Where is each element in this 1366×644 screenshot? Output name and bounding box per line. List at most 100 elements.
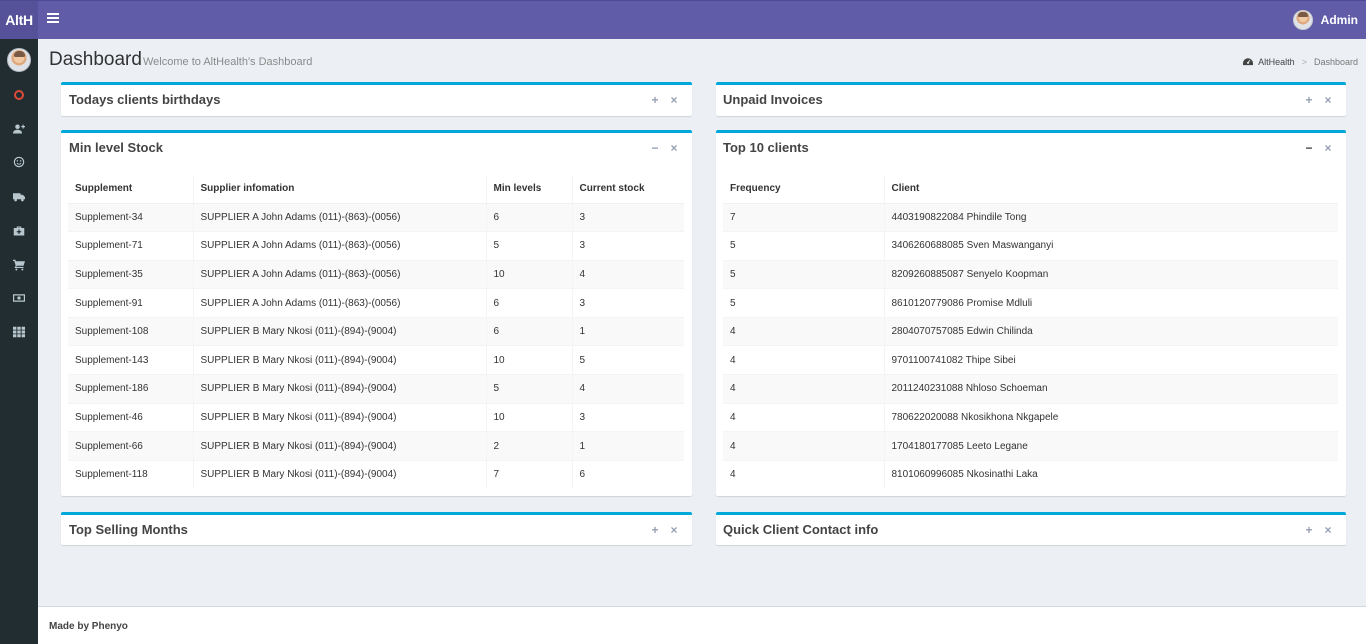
client-cell: 780622020088 Nkosikhona Nkgapele bbox=[884, 402, 1338, 432]
current-stock-cell: 4 bbox=[572, 259, 684, 289]
column-header[interactable]: Supplier infomation bbox=[193, 175, 487, 204]
box-title: Todays clients birthdays bbox=[69, 92, 221, 107]
column-header[interactable]: Frequency bbox=[723, 175, 885, 204]
collapse-icon[interactable]: − bbox=[649, 142, 661, 154]
table-row: Supplement-143 SUPPLIER B Mary Nkosi (011… bbox=[68, 345, 684, 375]
table-row: 4 780622020088 Nkosikhona Nkgapele bbox=[723, 402, 1338, 432]
table-row: Supplement-108 SUPPLIER B Mary Nkosi (011… bbox=[68, 316, 684, 346]
user-name: Admin bbox=[1320, 13, 1358, 27]
cart-icon[interactable] bbox=[0, 254, 38, 276]
close-icon[interactable]: × bbox=[668, 142, 680, 154]
table-row: 4 2804070757085 Edwin Chilinda bbox=[723, 316, 1338, 346]
column-header[interactable]: Client bbox=[884, 175, 1338, 204]
supplier-cell: SUPPLIER A John Adams (011)-(863)-(0056) bbox=[193, 231, 487, 261]
frequency-cell: 5 bbox=[723, 288, 885, 318]
close-icon[interactable]: × bbox=[668, 524, 680, 536]
money-icon[interactable] bbox=[0, 287, 38, 309]
grid-icon[interactable] bbox=[0, 321, 38, 343]
supplier-cell: SUPPLIER B Mary Nkosi (011)-(894)-(9004) bbox=[193, 316, 487, 346]
min-level-cell: 2 bbox=[486, 431, 573, 461]
expand-icon[interactable]: + bbox=[1303, 524, 1315, 536]
min-level-cell: 7 bbox=[486, 459, 573, 489]
box-title: Quick Client Contact info bbox=[723, 522, 879, 537]
box-tools: + × bbox=[642, 524, 680, 536]
column-header[interactable]: Current stock bbox=[572, 175, 684, 204]
supplier-cell: SUPPLIER A John Adams (011)-(863)-(0056) bbox=[193, 202, 487, 232]
breadcrumb-home[interactable]: AltHealth bbox=[1243, 57, 1295, 67]
min-level-cell: 6 bbox=[486, 288, 573, 318]
min-level-cell: 10 bbox=[486, 345, 573, 375]
footer: Made by Phenyo bbox=[38, 606, 1366, 644]
min-stock-table: Supplement Supplier infomation Min level… bbox=[68, 175, 684, 489]
supplement-cell: Supplement-66 bbox=[68, 431, 194, 461]
birthdays-box: Todays clients birthdays + × bbox=[61, 82, 692, 116]
quick-client-contact-box: Quick Client Contact info + × bbox=[716, 512, 1346, 545]
close-icon[interactable]: × bbox=[668, 94, 680, 106]
sidebar-avatar bbox=[7, 48, 31, 72]
min-level-cell: 6 bbox=[486, 316, 573, 346]
column-header[interactable]: Min levels bbox=[486, 175, 573, 204]
current-stock-cell: 3 bbox=[572, 231, 684, 261]
sidebar-toggle-icon[interactable] bbox=[47, 13, 59, 25]
table-row: Supplement-118 SUPPLIER B Mary Nkosi (011… bbox=[68, 459, 684, 489]
current-stock-cell: 3 bbox=[572, 202, 684, 232]
frequency-cell: 4 bbox=[723, 345, 885, 375]
expand-icon[interactable]: + bbox=[649, 524, 661, 536]
expand-icon[interactable]: + bbox=[649, 94, 661, 106]
circle-icon[interactable] bbox=[0, 84, 38, 106]
box-tools: − × bbox=[1296, 142, 1334, 154]
app-logo[interactable]: AltH bbox=[0, 1, 38, 39]
box-title: Min level Stock bbox=[69, 140, 163, 155]
medkit-icon[interactable] bbox=[0, 220, 38, 242]
table-row: 5 8610120779086 Promise Mdluli bbox=[723, 288, 1338, 318]
supplier-cell: SUPPLIER A John Adams (011)-(863)-(0056) bbox=[193, 259, 487, 289]
smile-icon[interactable] bbox=[0, 151, 38, 173]
supplement-cell: Supplement-108 bbox=[68, 316, 194, 346]
column-header[interactable]: Supplement bbox=[68, 175, 194, 204]
unpaid-invoices-box: Unpaid Invoices + × bbox=[716, 82, 1346, 116]
expand-icon[interactable]: + bbox=[1303, 94, 1315, 106]
table-row: Supplement-91 SUPPLIER A John Adams (011)… bbox=[68, 288, 684, 318]
client-cell: 8209260885087 Senyelo Koopman bbox=[884, 259, 1338, 289]
table-row: Supplement-66 SUPPLIER B Mary Nkosi (011)… bbox=[68, 431, 684, 461]
sidebar bbox=[0, 39, 38, 644]
frequency-cell: 4 bbox=[723, 374, 885, 404]
top-navbar: AltH Admin bbox=[0, 0, 1366, 39]
footer-credit: Made by Phenyo bbox=[49, 621, 128, 632]
frequency-cell: 4 bbox=[723, 459, 885, 489]
user-menu[interactable]: Admin bbox=[1292, 9, 1358, 31]
supplement-cell: Supplement-186 bbox=[68, 374, 194, 404]
frequency-cell: 4 bbox=[723, 431, 885, 461]
close-icon[interactable]: × bbox=[1322, 94, 1334, 106]
table-row: 7 4403190822084 Phindile Tong bbox=[723, 202, 1338, 232]
min-level-cell: 6 bbox=[486, 202, 573, 232]
table-row: Supplement-46 SUPPLIER B Mary Nkosi (011)… bbox=[68, 402, 684, 432]
page-subtitle: Welcome to AltHealth's Dashboard bbox=[143, 56, 313, 68]
current-stock-cell: 4 bbox=[572, 374, 684, 404]
table-row: 4 9701100741082 Thipe Sibei bbox=[723, 345, 1338, 375]
supplement-cell: Supplement-71 bbox=[68, 231, 194, 261]
add-user-icon[interactable] bbox=[0, 118, 38, 140]
client-cell: 4403190822084 Phindile Tong bbox=[884, 202, 1338, 232]
supplier-cell: SUPPLIER B Mary Nkosi (011)-(894)-(9004) bbox=[193, 374, 487, 404]
supplier-cell: SUPPLIER B Mary Nkosi (011)-(894)-(9004) bbox=[193, 459, 487, 489]
top-selling-months-box: Top Selling Months + × bbox=[61, 512, 692, 545]
supplier-cell: SUPPLIER A John Adams (011)-(863)-(0056) bbox=[193, 288, 487, 318]
breadcrumb-separator: > bbox=[1301, 57, 1307, 67]
table-row: 4 1704180177085 Leeto Legane bbox=[723, 431, 1338, 461]
supplement-cell: Supplement-118 bbox=[68, 459, 194, 489]
table-row: 5 8209260885087 Senyelo Koopman bbox=[723, 259, 1338, 289]
supplement-cell: Supplement-34 bbox=[68, 202, 194, 232]
current-stock-cell: 1 bbox=[572, 316, 684, 346]
collapse-icon[interactable]: − bbox=[1303, 142, 1315, 154]
current-stock-cell: 6 bbox=[572, 459, 684, 489]
current-stock-cell: 5 bbox=[572, 345, 684, 375]
truck-icon[interactable] bbox=[0, 186, 38, 208]
close-icon[interactable]: × bbox=[1322, 142, 1334, 154]
breadcrumb: AltHealth > Dashboard bbox=[1243, 57, 1358, 67]
frequency-cell: 7 bbox=[723, 202, 885, 232]
breadcrumb-home-label: AltHealth bbox=[1258, 57, 1295, 67]
min-level-cell: 5 bbox=[486, 231, 573, 261]
min-level-stock-box: Min level Stock − × Supplement Supplier … bbox=[61, 130, 692, 496]
close-icon[interactable]: × bbox=[1322, 524, 1334, 536]
